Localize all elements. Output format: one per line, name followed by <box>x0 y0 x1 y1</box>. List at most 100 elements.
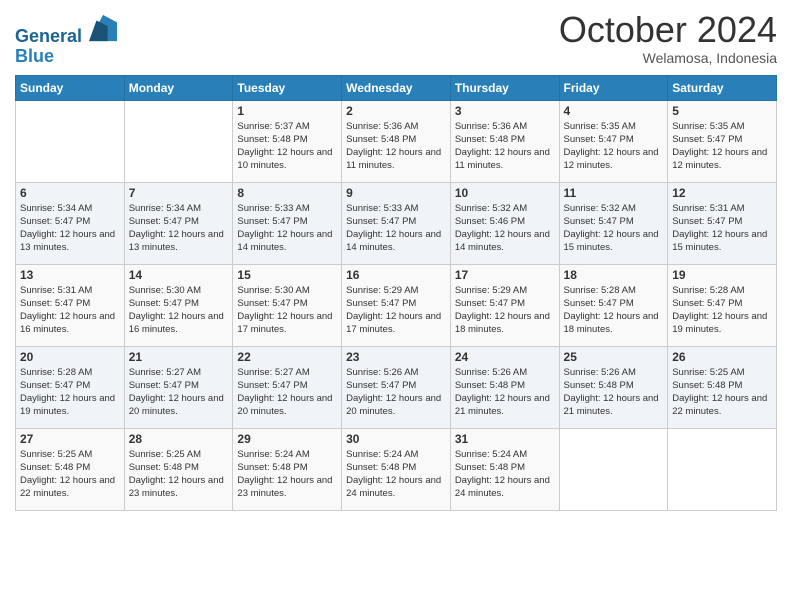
sunrise-text: Sunrise: 5:33 AM <box>346 203 418 214</box>
day-info: Sunrise: 5:30 AM Sunset: 5:47 PM Dayligh… <box>129 284 229 337</box>
calendar-header: SundayMondayTuesdayWednesdayThursdayFrid… <box>16 75 777 100</box>
day-info: Sunrise: 5:30 AM Sunset: 5:47 PM Dayligh… <box>237 284 337 337</box>
sunrise-text: Sunrise: 5:26 AM <box>455 367 527 378</box>
daylight-text: Daylight: 12 hours and 19 minutes. <box>672 311 767 335</box>
sunrise-text: Sunrise: 5:31 AM <box>20 285 92 296</box>
day-info: Sunrise: 5:26 AM Sunset: 5:47 PM Dayligh… <box>346 366 446 419</box>
sunset-text: Sunset: 5:48 PM <box>20 462 90 473</box>
weekday-header: Wednesday <box>342 75 451 100</box>
calendar-cell: 5 Sunrise: 5:35 AM Sunset: 5:47 PM Dayli… <box>668 100 777 182</box>
calendar-cell: 14 Sunrise: 5:30 AM Sunset: 5:47 PM Dayl… <box>124 264 233 346</box>
sunset-text: Sunset: 5:47 PM <box>237 380 307 391</box>
sunrise-text: Sunrise: 5:35 AM <box>672 121 744 132</box>
calendar-cell: 30 Sunrise: 5:24 AM Sunset: 5:48 PM Dayl… <box>342 428 451 510</box>
day-info: Sunrise: 5:36 AM Sunset: 5:48 PM Dayligh… <box>346 120 446 173</box>
calendar-week-row: 6 Sunrise: 5:34 AM Sunset: 5:47 PM Dayli… <box>16 182 777 264</box>
daylight-text: Daylight: 12 hours and 22 minutes. <box>20 475 115 499</box>
calendar-cell: 23 Sunrise: 5:26 AM Sunset: 5:47 PM Dayl… <box>342 346 451 428</box>
calendar-cell: 10 Sunrise: 5:32 AM Sunset: 5:46 PM Dayl… <box>450 182 559 264</box>
day-number: 13 <box>20 268 120 282</box>
sunrise-text: Sunrise: 5:34 AM <box>129 203 201 214</box>
day-number: 24 <box>455 350 555 364</box>
sunrise-text: Sunrise: 5:32 AM <box>455 203 527 214</box>
sunset-text: Sunset: 5:48 PM <box>129 462 199 473</box>
sunrise-text: Sunrise: 5:32 AM <box>564 203 636 214</box>
day-number: 8 <box>237 186 337 200</box>
daylight-text: Daylight: 12 hours and 19 minutes. <box>20 393 115 417</box>
sunrise-text: Sunrise: 5:28 AM <box>564 285 636 296</box>
logo-general: General <box>15 26 82 46</box>
day-number: 15 <box>237 268 337 282</box>
calendar-week-row: 13 Sunrise: 5:31 AM Sunset: 5:47 PM Dayl… <box>16 264 777 346</box>
calendar-cell: 26 Sunrise: 5:25 AM Sunset: 5:48 PM Dayl… <box>668 346 777 428</box>
sunset-text: Sunset: 5:47 PM <box>346 298 416 309</box>
daylight-text: Daylight: 12 hours and 15 minutes. <box>564 229 659 253</box>
sunrise-text: Sunrise: 5:30 AM <box>237 285 309 296</box>
sunrise-text: Sunrise: 5:27 AM <box>129 367 201 378</box>
day-number: 3 <box>455 104 555 118</box>
day-number: 10 <box>455 186 555 200</box>
sunset-text: Sunset: 5:47 PM <box>346 380 416 391</box>
calendar-cell: 25 Sunrise: 5:26 AM Sunset: 5:48 PM Dayl… <box>559 346 668 428</box>
logo: General Blue <box>15 14 117 67</box>
daylight-text: Daylight: 12 hours and 18 minutes. <box>455 311 550 335</box>
day-info: Sunrise: 5:31 AM Sunset: 5:47 PM Dayligh… <box>20 284 120 337</box>
sunrise-text: Sunrise: 5:27 AM <box>237 367 309 378</box>
sunset-text: Sunset: 5:47 PM <box>455 298 525 309</box>
sunset-text: Sunset: 5:47 PM <box>237 298 307 309</box>
calendar-cell: 31 Sunrise: 5:24 AM Sunset: 5:48 PM Dayl… <box>450 428 559 510</box>
day-number: 7 <box>129 186 229 200</box>
day-number: 6 <box>20 186 120 200</box>
daylight-text: Daylight: 12 hours and 16 minutes. <box>129 311 224 335</box>
day-number: 5 <box>672 104 772 118</box>
daylight-text: Daylight: 12 hours and 21 minutes. <box>564 393 659 417</box>
sunset-text: Sunset: 5:47 PM <box>20 380 90 391</box>
calendar-cell: 28 Sunrise: 5:25 AM Sunset: 5:48 PM Dayl… <box>124 428 233 510</box>
day-info: Sunrise: 5:24 AM Sunset: 5:48 PM Dayligh… <box>455 448 555 501</box>
month-title: October 2024 <box>559 10 777 50</box>
day-info: Sunrise: 5:24 AM Sunset: 5:48 PM Dayligh… <box>346 448 446 501</box>
calendar-cell: 17 Sunrise: 5:29 AM Sunset: 5:47 PM Dayl… <box>450 264 559 346</box>
daylight-text: Daylight: 12 hours and 14 minutes. <box>346 229 441 253</box>
day-number: 1 <box>237 104 337 118</box>
calendar-cell: 11 Sunrise: 5:32 AM Sunset: 5:47 PM Dayl… <box>559 182 668 264</box>
day-info: Sunrise: 5:25 AM Sunset: 5:48 PM Dayligh… <box>129 448 229 501</box>
weekday-header: Saturday <box>668 75 777 100</box>
sunset-text: Sunset: 5:47 PM <box>564 134 634 145</box>
daylight-text: Daylight: 12 hours and 24 minutes. <box>455 475 550 499</box>
sunrise-text: Sunrise: 5:25 AM <box>129 449 201 460</box>
daylight-text: Daylight: 12 hours and 17 minutes. <box>346 311 441 335</box>
sunrise-text: Sunrise: 5:26 AM <box>346 367 418 378</box>
day-info: Sunrise: 5:35 AM Sunset: 5:47 PM Dayligh… <box>564 120 664 173</box>
day-number: 22 <box>237 350 337 364</box>
logo-text: General <box>15 14 117 47</box>
sunset-text: Sunset: 5:47 PM <box>129 216 199 227</box>
calendar-cell: 18 Sunrise: 5:28 AM Sunset: 5:47 PM Dayl… <box>559 264 668 346</box>
sunrise-text: Sunrise: 5:25 AM <box>672 367 744 378</box>
day-info: Sunrise: 5:26 AM Sunset: 5:48 PM Dayligh… <box>564 366 664 419</box>
day-info: Sunrise: 5:33 AM Sunset: 5:47 PM Dayligh… <box>346 202 446 255</box>
sunrise-text: Sunrise: 5:31 AM <box>672 203 744 214</box>
calendar-cell: 20 Sunrise: 5:28 AM Sunset: 5:47 PM Dayl… <box>16 346 125 428</box>
sunrise-text: Sunrise: 5:28 AM <box>672 285 744 296</box>
day-number: 26 <box>672 350 772 364</box>
day-info: Sunrise: 5:27 AM Sunset: 5:47 PM Dayligh… <box>129 366 229 419</box>
calendar-table: SundayMondayTuesdayWednesdayThursdayFrid… <box>15 75 777 511</box>
day-info: Sunrise: 5:25 AM Sunset: 5:48 PM Dayligh… <box>20 448 120 501</box>
sunset-text: Sunset: 5:48 PM <box>455 134 525 145</box>
header: General Blue October 2024 Welamosa, Indo… <box>15 10 777 67</box>
day-number: 11 <box>564 186 664 200</box>
day-number: 19 <box>672 268 772 282</box>
daylight-text: Daylight: 12 hours and 12 minutes. <box>564 147 659 171</box>
sunrise-text: Sunrise: 5:26 AM <box>564 367 636 378</box>
calendar-week-row: 1 Sunrise: 5:37 AM Sunset: 5:48 PM Dayli… <box>16 100 777 182</box>
sunset-text: Sunset: 5:47 PM <box>20 216 90 227</box>
day-number: 16 <box>346 268 446 282</box>
sunrise-text: Sunrise: 5:24 AM <box>237 449 309 460</box>
logo-icon <box>89 14 117 42</box>
sunrise-text: Sunrise: 5:28 AM <box>20 367 92 378</box>
day-number: 14 <box>129 268 229 282</box>
day-info: Sunrise: 5:36 AM Sunset: 5:48 PM Dayligh… <box>455 120 555 173</box>
daylight-text: Daylight: 12 hours and 13 minutes. <box>20 229 115 253</box>
sunset-text: Sunset: 5:48 PM <box>346 462 416 473</box>
